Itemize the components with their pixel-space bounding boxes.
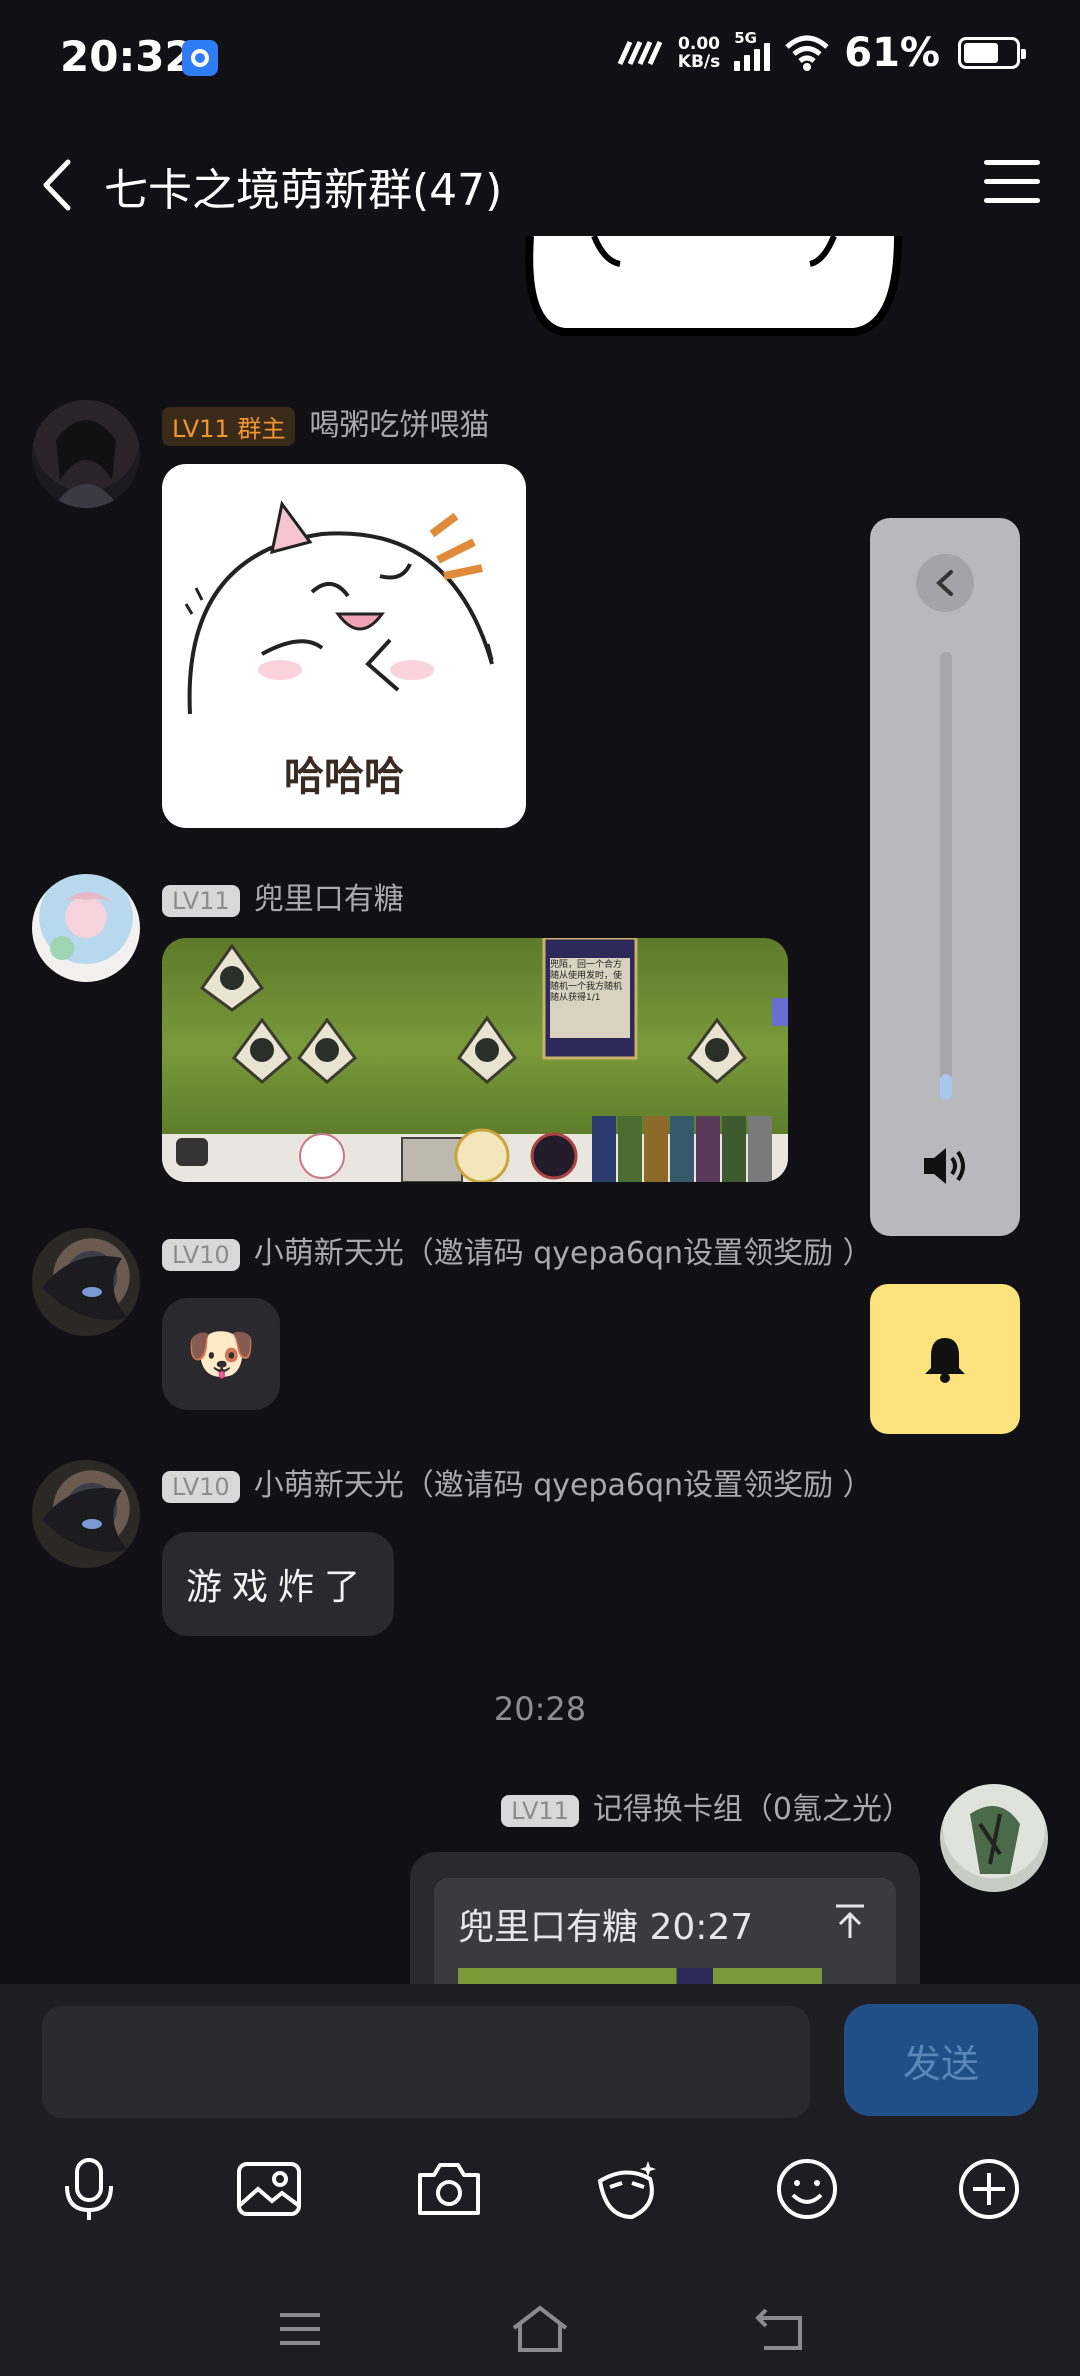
sender-name[interactable]: 喝粥吃饼喂猫 xyxy=(309,408,489,443)
avatar[interactable] xyxy=(32,1228,140,1336)
expand-up-icon[interactable] xyxy=(832,1902,868,1942)
sticker-message[interactable]: 哈哈哈 xyxy=(162,464,526,828)
sender-name[interactable]: 小萌新天光（邀请码 qyepa6qn设置领奖励 ） xyxy=(254,1236,873,1271)
volume-panel xyxy=(870,518,1020,1236)
chat-title[interactable]: 七卡之境萌新群(47) xyxy=(104,154,502,218)
battery-percent: 61% xyxy=(844,30,940,76)
sender-line: LV11 群主 喝粥吃饼喂猫 xyxy=(162,400,489,446)
emoji-icon xyxy=(777,2159,837,2219)
menu-nav-icon xyxy=(280,2313,320,2345)
recents-nav-button[interactable] xyxy=(260,2294,340,2364)
chevron-left-icon xyxy=(936,570,953,596)
level-badge: LV10 xyxy=(162,1238,240,1271)
quote-reply-message[interactable]: 兜里口有糖 20:27 xyxy=(410,1852,920,1992)
text-message[interactable]: 游戏炸了 xyxy=(162,1532,394,1636)
camera-icon xyxy=(418,2163,480,2215)
emoji-message[interactable]: 🐶 xyxy=(162,1298,280,1410)
do-not-disturb-button[interactable] xyxy=(870,1284,1020,1434)
app-notification-icon xyxy=(182,40,218,76)
home-nav-button[interactable] xyxy=(500,2294,580,2364)
voice-button[interactable] xyxy=(44,2144,134,2234)
volume-slider-fill xyxy=(940,1074,952,1100)
input-area: 发送 xyxy=(0,1984,1080,2376)
sticker-partial[interactable] xyxy=(524,236,904,336)
doge-emoji: 🐶 xyxy=(186,1322,256,1387)
status-time: 20:32 xyxy=(60,32,194,81)
level-badge: LV11 群主 xyxy=(162,407,296,446)
sticker-icon xyxy=(597,2161,656,2220)
sender-name[interactable]: 兜里口有糖 xyxy=(254,882,404,917)
status-bar: 20:32 0.00 KB/s 5G 61% xyxy=(0,0,1080,120)
level-badge: LV11 xyxy=(162,884,240,917)
collapse-volume-button[interactable] xyxy=(916,554,974,612)
sticker-button[interactable] xyxy=(582,2144,672,2234)
speaker-icon[interactable] xyxy=(920,1144,972,1188)
battery-icon xyxy=(958,37,1026,69)
send-button[interactable]: 发送 xyxy=(844,2004,1038,2116)
level-badge: LV11 xyxy=(501,1794,579,1827)
avatar[interactable] xyxy=(32,400,140,508)
quoted-message[interactable]: 兜里口有糖 20:27 xyxy=(434,1878,896,1992)
back-nav-button[interactable] xyxy=(740,2294,820,2364)
input-toolbar xyxy=(0,2144,1080,2244)
my-avatar[interactable] xyxy=(940,1784,1048,1892)
message-input[interactable] xyxy=(42,2006,810,2118)
avatar[interactable] xyxy=(32,874,140,982)
wifi-icon xyxy=(785,35,829,71)
bell-icon xyxy=(925,1338,965,1383)
sender-line: LV11 记得换卡组（0氪之光） xyxy=(501,1784,912,1828)
home-nav-icon xyxy=(512,2305,568,2352)
back-button[interactable] xyxy=(36,150,96,220)
sender-name[interactable]: 小萌新天光（邀请码 qyepa6qn设置领奖励 ） xyxy=(254,1468,873,1503)
sender-line: LV11 兜里口有糖 xyxy=(162,874,404,918)
plus-icon xyxy=(959,2159,1019,2219)
image-message[interactable]: 兜陌，回一个合方 随从使用发时，使 随机一个我方随机 随从获得1/1 xyxy=(162,938,788,1182)
system-nav-bar xyxy=(0,2284,1080,2376)
level-badge: LV10 xyxy=(162,1470,240,1503)
sticker-image xyxy=(525,236,902,336)
cellular-signal-icon: 5G xyxy=(734,29,771,71)
time-divider: 20:28 xyxy=(493,1690,587,1728)
card-description: 兜陌，回一个合方 随从使用发时，使 随机一个我方随机 随从获得1/1 xyxy=(550,960,623,1003)
sender-line: LV10 小萌新天光（邀请码 qyepa6qn设置领奖励 ） xyxy=(162,1460,873,1504)
chat-menu-button[interactable] xyxy=(984,160,1040,210)
camera-button[interactable] xyxy=(404,2144,494,2234)
photo-album-button[interactable] xyxy=(224,2144,314,2234)
emoji-button[interactable] xyxy=(762,2144,852,2234)
chevron-left-icon xyxy=(43,159,71,211)
sender-line: LV10 小萌新天光（邀请码 qyepa6qn设置领奖励 ） xyxy=(162,1228,873,1272)
avatar[interactable] xyxy=(32,1460,140,1568)
microphone-icon xyxy=(65,2158,113,2220)
game-screenshot-image xyxy=(162,938,788,1182)
more-button[interactable] xyxy=(944,2144,1034,2234)
quote-header: 兜里口有糖 20:27 xyxy=(458,1907,754,1948)
volume-slider[interactable] xyxy=(940,652,952,1100)
chat-header: 七卡之境萌新群(47) xyxy=(0,130,1080,240)
sticker-caption: 哈哈哈 xyxy=(284,754,404,800)
back-nav-icon xyxy=(755,2308,802,2350)
sender-name[interactable]: 记得换卡组（0氪之光） xyxy=(593,1792,912,1827)
nfc-icon xyxy=(617,40,663,66)
net-speed: 0.00 KB/s xyxy=(677,34,721,72)
image-icon xyxy=(237,2162,301,2216)
message-text: 游戏炸了 xyxy=(185,1567,370,1608)
